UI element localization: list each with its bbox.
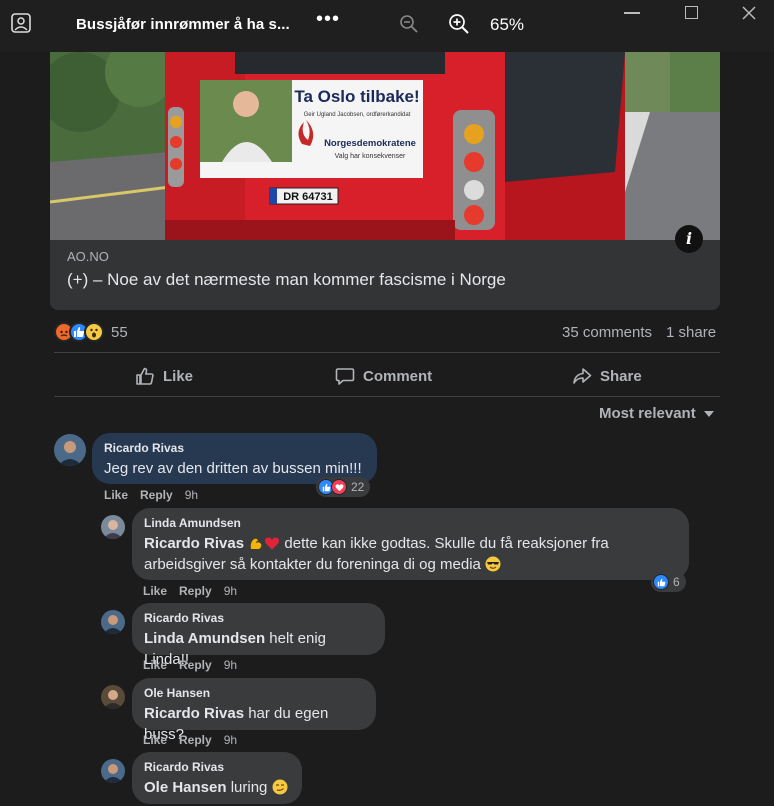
comment-sort-dropdown[interactable]: Most relevant: [599, 405, 714, 422]
avatar[interactable]: [54, 434, 86, 466]
smirking-face-emoji-icon: [272, 779, 288, 795]
comment-actions: Like Reply 9h: [104, 488, 198, 502]
comment-text-body: luring: [226, 779, 272, 796]
comment-author[interactable]: Ricardo Rivas: [144, 611, 373, 625]
close-icon[interactable]: [740, 4, 758, 22]
comment-button[interactable]: Comment: [335, 364, 432, 388]
poster-party: Norgesdemokratene: [324, 138, 416, 149]
comment-timestamp[interactable]: 9h: [185, 488, 198, 502]
reactions-summary[interactable]: 55: [54, 321, 128, 343]
comment-author[interactable]: Ricardo Rivas: [104, 441, 365, 455]
flexed-biceps-emoji-icon: [250, 538, 262, 549]
share-button[interactable]: Share: [572, 364, 642, 388]
link-title[interactable]: (+) – Noe av det nærmeste man kommer fas…: [67, 270, 506, 290]
minimize-button[interactable]: [624, 12, 640, 14]
photos-app-icon: [11, 13, 31, 33]
comment-sort-label: Most relevant: [599, 405, 696, 422]
poster-subline: Geir Ugland Jacobsen, ordførerkandidat: [304, 112, 411, 118]
link-source: AO.NO: [67, 249, 109, 264]
comment-timestamp[interactable]: 9h: [224, 658, 237, 672]
poster-heading: Ta Oslo tilbake!: [294, 87, 419, 106]
comment-author[interactable]: Linda Amundsen: [144, 516, 677, 530]
comment-bubble: Ricardo Rivas Ole Hansen luring: [132, 752, 302, 804]
share-button-label: Share: [600, 367, 642, 385]
window-titlebar: Bussjåfør innrømmer å ha s... ••• 65%: [0, 0, 774, 52]
comment-like-link[interactable]: Like: [143, 658, 167, 672]
comment-mention[interactable]: Linda Amundsen: [144, 630, 265, 647]
like-reaction-icon: [653, 574, 669, 590]
divider: [54, 352, 720, 353]
shares-count[interactable]: 1 share: [666, 324, 716, 341]
comment-like-link[interactable]: Like: [104, 488, 128, 502]
like-button-label: Like: [163, 367, 194, 385]
comment-timestamp[interactable]: 9h: [224, 584, 237, 598]
zoom-in-icon[interactable]: [448, 13, 470, 35]
comment-mention[interactable]: Ricardo Rivas: [144, 705, 244, 722]
thumbs-up-icon: [136, 367, 154, 385]
comment-author[interactable]: Ole Hansen: [144, 686, 364, 700]
comment-reactions-badge[interactable]: 6: [651, 572, 686, 592]
love-reaction-icon: [331, 479, 347, 495]
comment-reaction-count: 22: [351, 480, 365, 494]
like-button[interactable]: Like: [135, 364, 193, 388]
avatar[interactable]: [101, 610, 125, 634]
info-icon[interactable]: i: [675, 225, 703, 253]
comment-actions: Like Reply 9h: [143, 584, 237, 598]
comment-text-line2: arbeidsgiver så kontakter du foreninga d…: [144, 556, 486, 573]
comment-mention[interactable]: Ricardo Rivas: [144, 535, 244, 552]
comment-reaction-count: 6: [673, 575, 680, 589]
comments-count[interactable]: 35 comments: [562, 324, 652, 341]
wow-reaction-icon: [84, 322, 104, 342]
comment-text-line1: dette kan ikke godtas. Skulle du få reak…: [280, 535, 609, 552]
red-heart-emoji-icon: [265, 537, 280, 550]
comment-reply-link[interactable]: Reply: [179, 584, 212, 598]
comment-icon: [335, 368, 355, 385]
avatar[interactable]: [101, 759, 125, 783]
comment-button-label: Comment: [363, 367, 433, 385]
comment-reply-link[interactable]: Reply: [140, 488, 173, 502]
comment-text: Ricardo Rivas dette kan ikke godtas. Sku…: [144, 533, 677, 575]
zoom-level: 65%: [490, 15, 525, 34]
comment-like-link[interactable]: Like: [143, 733, 167, 747]
comment-reply-link[interactable]: Reply: [179, 658, 212, 672]
comment-text: Jeg rev av den dritten av bussen min!!!: [104, 460, 362, 477]
avatar[interactable]: [101, 515, 125, 539]
link-preview-card[interactable]: Ta Oslo tilbake! Geir Ugland Jacobsen, o…: [50, 52, 720, 310]
more-options-icon[interactable]: •••: [316, 8, 340, 31]
share-icon: [573, 368, 592, 384]
comment-bubble: Ricardo Rivas Linda Amundsen helt enig L…: [132, 603, 385, 668]
reaction-count: 55: [111, 323, 128, 341]
comment-bubble: Ole Hansen Ricardo Rivas har du egen bus…: [132, 678, 376, 743]
avatar[interactable]: [101, 685, 125, 709]
comment-bubble: Linda Amundsen Ricardo Rivas dette kan i…: [132, 508, 689, 580]
maximize-button[interactable]: [685, 6, 698, 19]
license-plate: DR 64731: [283, 191, 333, 203]
comment-actions: Like Reply 9h: [143, 658, 237, 672]
chevron-down-icon: [703, 410, 714, 417]
comment-timestamp[interactable]: 9h: [224, 733, 237, 747]
poster-slogan: Valg har konsekvenser: [335, 153, 406, 160]
article-image[interactable]: Ta Oslo tilbake! Geir Ugland Jacobsen, o…: [50, 52, 720, 240]
comment-mention[interactable]: Ole Hansen: [144, 779, 227, 796]
comment-like-link[interactable]: Like: [143, 584, 167, 598]
zoom-out-icon[interactable]: [399, 14, 419, 34]
comment-actions: Like Reply 9h: [143, 733, 237, 747]
comment-text: Ole Hansen luring: [144, 777, 290, 798]
comment-author[interactable]: Ricardo Rivas: [144, 760, 290, 774]
comment-reply-link[interactable]: Reply: [179, 733, 212, 747]
window-title: Bussjåfør innrømmer å ha s...: [76, 16, 290, 33]
smiling-face-with-sunglasses-emoji-icon: [485, 556, 501, 572]
comment-reactions-badge[interactable]: 22: [316, 477, 371, 497]
divider: [54, 396, 720, 397]
